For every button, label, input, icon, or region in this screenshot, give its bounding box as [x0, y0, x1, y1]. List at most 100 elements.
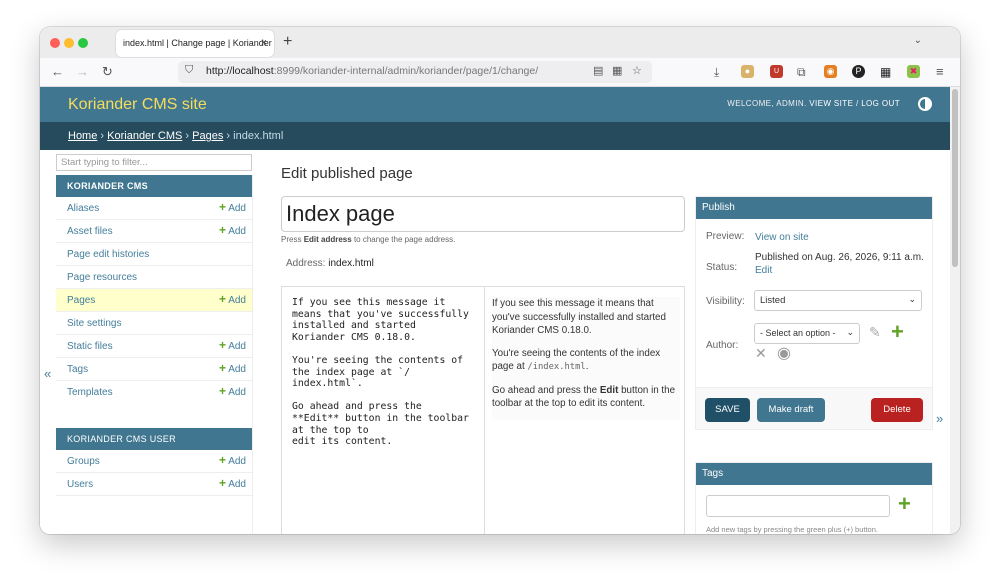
preview-text: .: [585, 361, 589, 372]
sidebar-item-label[interactable]: Tags: [67, 364, 88, 375]
url-text[interactable]: http://localhost:8999/koriander-internal…: [206, 65, 538, 77]
add-aliases-link[interactable]: + Add: [219, 201, 246, 214]
sidebar-item-aliases[interactable]: Aliases + Add: [56, 197, 252, 220]
publish-panel: Publish Preview: View on site Status: Pu…: [695, 196, 933, 430]
make-draft-button[interactable]: Make draft: [757, 398, 825, 422]
sidebar-item-templates[interactable]: Templates + Add: [56, 381, 252, 404]
collapse-sidebar-button[interactable]: «: [44, 366, 51, 381]
sidebar-filter-input[interactable]: Start typing to filter...: [56, 154, 252, 171]
scrollbar-thumb[interactable]: [952, 89, 958, 267]
zoom-window-button[interactable]: [78, 38, 88, 48]
sidebar-item-groups[interactable]: Groups + Add: [56, 450, 252, 473]
visibility-select[interactable]: Listed ⌄: [754, 290, 922, 311]
sidebar-item-label[interactable]: Page edit histories: [67, 249, 149, 260]
download-icon[interactable]: ⤓: [714, 64, 719, 80]
welcome-text: WELCOME,: [727, 99, 775, 108]
sidebar-item-static-files[interactable]: Static files + Add: [56, 335, 252, 358]
extensions-grid-icon[interactable]: ▦: [612, 64, 622, 77]
sidebar-item-page-resources[interactable]: Page resources: [56, 266, 252, 289]
fox-extension-icon[interactable]: ◉: [824, 65, 837, 78]
edit-status-link[interactable]: Edit: [755, 265, 772, 276]
expand-panel-button[interactable]: »: [936, 411, 943, 426]
scrollbar[interactable]: [950, 87, 960, 534]
tags-panel: Tags + Add new tags by pressing the gree…: [695, 462, 933, 534]
reader-view-icon[interactable]: ▤: [593, 64, 603, 77]
delete-button[interactable]: Delete: [871, 398, 923, 422]
sidebar-group-koriander-cms[interactable]: KORIANDER CMS: [56, 175, 252, 197]
menu-icon[interactable]: ≡: [936, 64, 944, 80]
publish-actions: SAVE Make draft Delete: [696, 387, 932, 429]
add-users-link[interactable]: + Add: [219, 477, 246, 490]
username: ADMIN.: [776, 99, 807, 108]
page-title: Edit published page: [281, 165, 413, 182]
forward-arrow-icon[interactable]: →: [76, 64, 89, 80]
page-title-input[interactable]: Index page: [281, 196, 685, 232]
tab-close-icon[interactable]: ×: [261, 30, 267, 57]
add-author-plus-icon[interactable]: +: [891, 321, 904, 343]
breadcrumb-pages[interactable]: Pages: [192, 130, 223, 142]
view-site-link[interactable]: VIEW SITE: [809, 99, 853, 108]
add-label: Add: [228, 456, 246, 467]
view-on-site-link[interactable]: View on site: [755, 231, 809, 244]
preview-bold: Edit: [599, 384, 619, 396]
status-label: Status:: [706, 262, 738, 273]
sidebar-item-label[interactable]: Asset files: [67, 226, 113, 237]
tags-input[interactable]: [706, 495, 890, 517]
pencil-icon[interactable]: ✎: [869, 324, 881, 341]
sidebar-item-label[interactable]: Pages: [67, 295, 95, 306]
breadcrumb-app[interactable]: Koriander CMS: [107, 130, 182, 142]
bookmark-star-icon[interactable]: ☆: [632, 64, 642, 77]
cookie-extension-icon[interactable]: ●: [741, 65, 754, 78]
url-bar[interactable]: ⛉ http://localhost:8999/koriander-intern…: [178, 61, 652, 83]
add-groups-link[interactable]: + Add: [219, 454, 246, 467]
close-window-button[interactable]: [50, 38, 60, 48]
chevron-down-icon: ⌄: [846, 327, 854, 337]
add-tag-plus-icon[interactable]: +: [898, 493, 911, 515]
sidebar-item-asset-files[interactable]: Asset files + Add: [56, 220, 252, 243]
back-arrow-icon[interactable]: ←: [51, 64, 64, 80]
add-pages-link[interactable]: + Add: [219, 293, 246, 306]
sidebar-item-users[interactable]: Users + Add: [56, 473, 252, 496]
sidebar-item-page-edit-histories[interactable]: Page edit histories: [56, 243, 252, 266]
sidebar-item-label[interactable]: Aliases: [67, 203, 99, 214]
sidebar-group-koriander-cms-user[interactable]: KORIANDER CMS USER: [56, 428, 252, 450]
sidebar-item-label[interactable]: Page resources: [67, 272, 137, 283]
tab-bar: index.html | Change page | Koriander × +…: [40, 27, 960, 58]
theme-toggle-icon[interactable]: [918, 97, 932, 111]
add-templates-link[interactable]: + Add: [219, 385, 246, 398]
new-tab-button[interactable]: +: [283, 33, 292, 51]
sidebar-item-label[interactable]: Users: [67, 479, 93, 490]
sidebar-item-label[interactable]: Static files: [67, 341, 113, 352]
chevron-down-icon[interactable]: ⌄: [914, 35, 922, 46]
sidebar-item-label[interactable]: Site settings: [67, 318, 121, 329]
browser-window: index.html | Change page | Koriander × +…: [40, 27, 960, 534]
markdown-preview: If you see this message it means that yo…: [492, 297, 680, 420]
navigation-bar: ← → ↻ ⛉ http://localhost:8999/koriander-…: [40, 58, 960, 87]
minimize-window-button[interactable]: [64, 38, 74, 48]
breadcrumb-home[interactable]: Home: [68, 130, 97, 142]
add-asset-files-link[interactable]: + Add: [219, 224, 246, 237]
puzzle-icon[interactable]: ⧉: [797, 64, 806, 80]
browser-tab[interactable]: index.html | Change page | Koriander ×: [116, 30, 274, 57]
sidebar-item-site-settings[interactable]: Site settings: [56, 312, 252, 335]
add-tags-link[interactable]: + Add: [219, 362, 246, 375]
reload-icon[interactable]: ↻: [102, 64, 113, 80]
ublock-extension-icon[interactable]: U: [770, 65, 783, 78]
p-extension-icon[interactable]: P: [852, 65, 865, 78]
markdown-source-textarea[interactable]: If you see this message it means that yo…: [292, 297, 478, 448]
site-title[interactable]: Koriander CMS site: [68, 96, 207, 114]
sidebar-item-label[interactable]: Templates: [67, 387, 113, 398]
sidebar-item-tags[interactable]: Tags + Add: [56, 358, 252, 381]
add-static-files-link[interactable]: + Add: [219, 339, 246, 352]
sidebar-item-pages[interactable]: Pages + Add: [56, 289, 252, 312]
add-label: Add: [228, 387, 246, 398]
grid-extension-icon[interactable]: ▦: [880, 64, 891, 80]
author-select[interactable]: - Select an option - ⌄: [754, 323, 860, 344]
clear-x-icon[interactable]: ✕: [755, 345, 767, 362]
tool-extension-icon[interactable]: ✖: [907, 65, 920, 78]
visibility-value: Listed: [760, 295, 786, 306]
log-out-link[interactable]: LOG OUT: [861, 99, 900, 108]
sidebar-item-label[interactable]: Groups: [67, 456, 100, 467]
eye-icon[interactable]: ◉: [777, 343, 791, 363]
save-button[interactable]: SAVE: [705, 398, 750, 422]
